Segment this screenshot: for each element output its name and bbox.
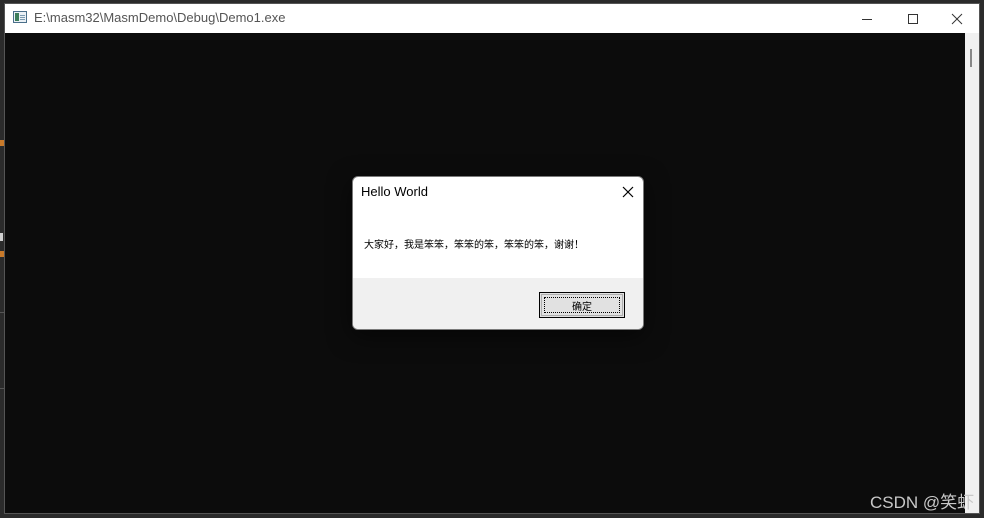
window-title: E:\masm32\MasmDemo\Debug\Demo1.exe [34,10,286,25]
desktop-background: E:\masm32\MasmDemo\Debug\Demo1.exe Hello… [0,0,984,518]
dialog-title: Hello World [361,184,428,199]
message-box-dialog: Hello World 大家好，我是笨笨，笨笨的笨，笨笨的笨，谢谢！ 确定 [352,176,644,330]
maximize-icon [908,13,918,24]
ok-button[interactable]: 确定 [539,292,625,318]
window-close-button[interactable] [934,4,980,33]
close-icon [622,186,634,198]
minimize-icon [862,18,872,20]
watermark-text: CSDN @笑虾 [870,493,975,512]
background-marker [0,233,3,241]
scrollbar-thumb[interactable] [970,49,972,67]
vertical-scrollbar[interactable] [965,33,979,513]
minimize-button[interactable] [844,4,890,33]
window-titlebar[interactable]: E:\masm32\MasmDemo\Debug\Demo1.exe [5,4,979,33]
close-icon [951,13,963,24]
maximize-button[interactable] [890,4,936,33]
dialog-message: 大家好，我是笨笨，笨笨的笨，笨笨的笨，谢谢！ [364,240,584,251]
dialog-close-button[interactable] [615,181,641,203]
dialog-button-bar: 确定 [353,278,643,329]
console-app-icon [13,11,27,23]
